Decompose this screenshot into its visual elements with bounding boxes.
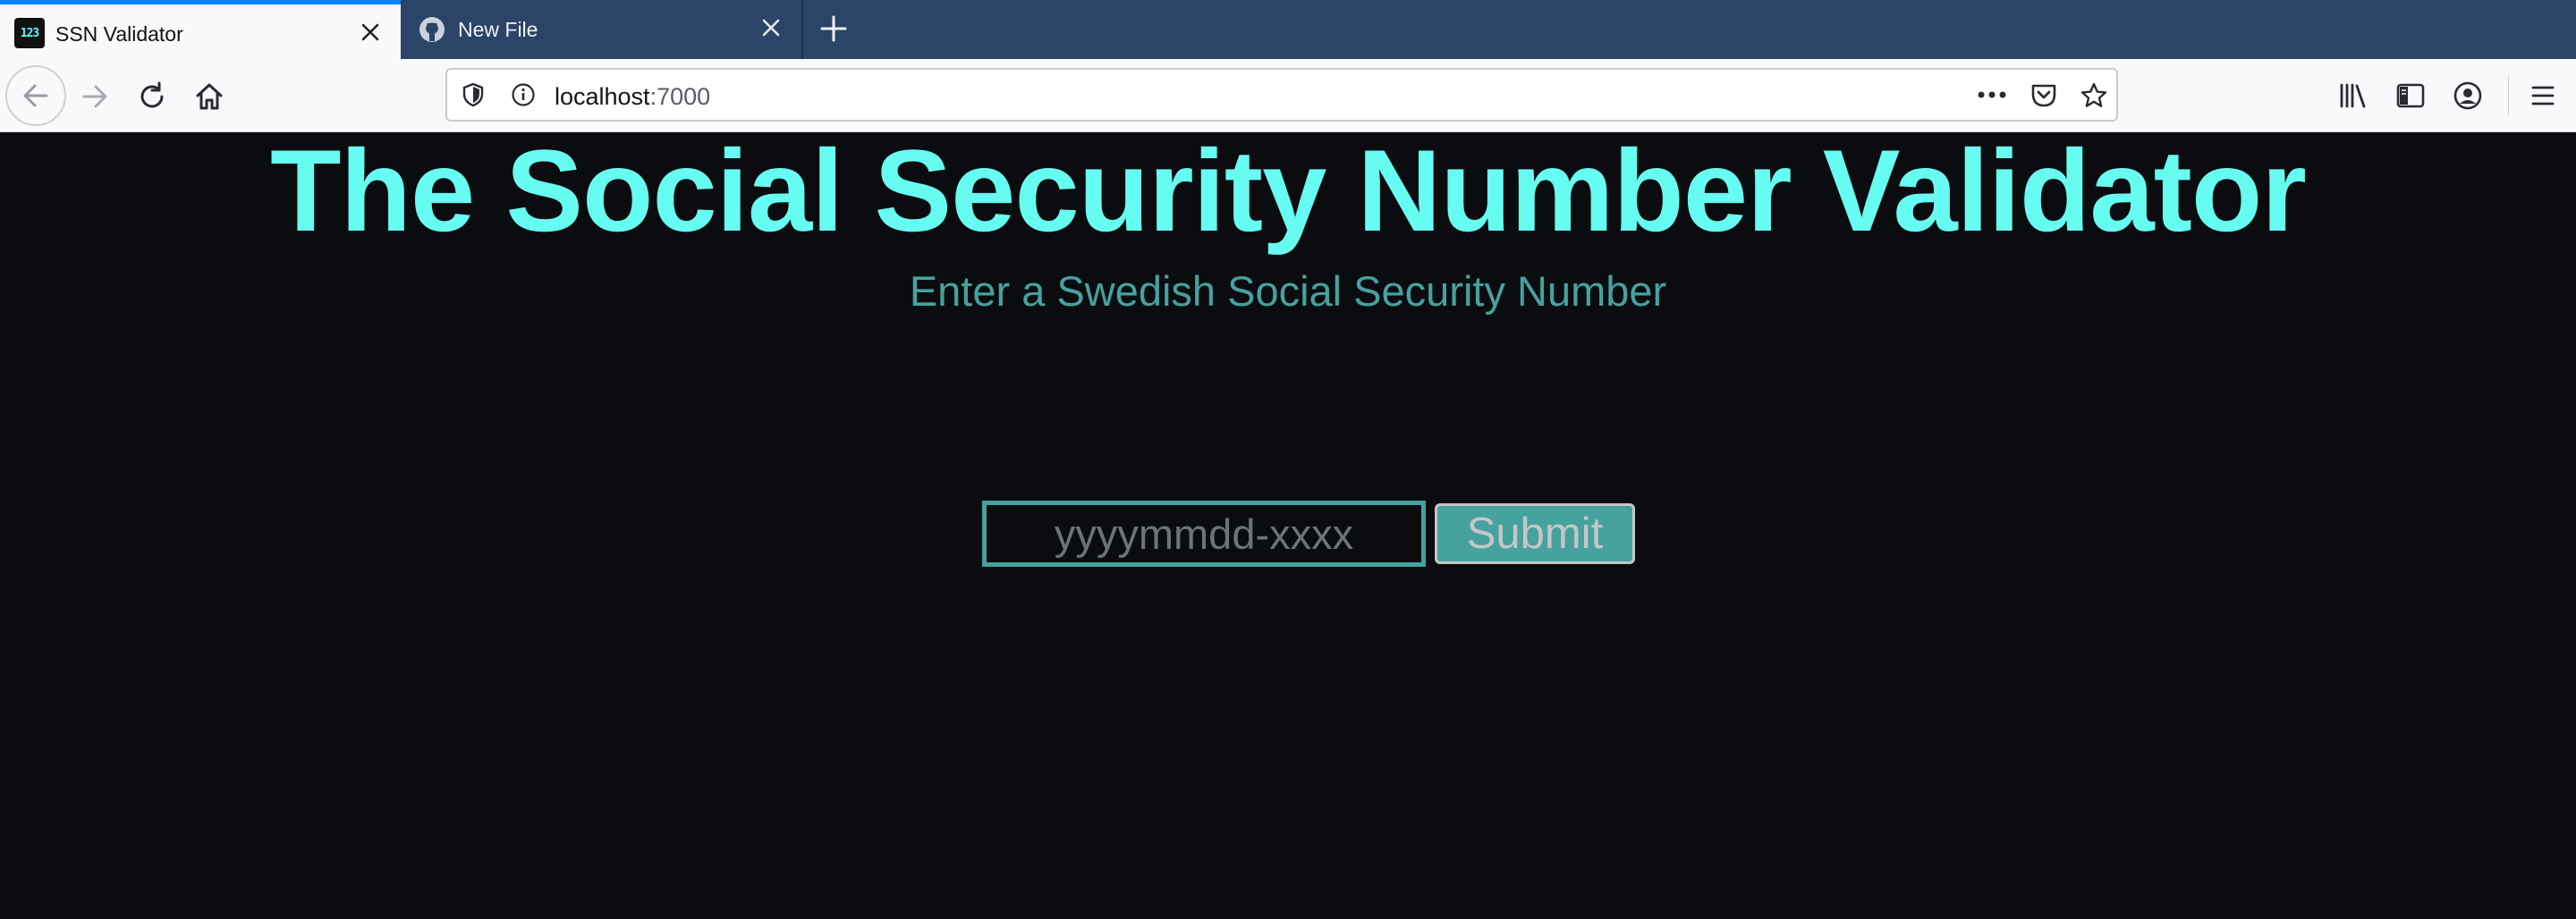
forward-button[interactable] — [75, 77, 114, 116]
url-host: localhost — [555, 83, 650, 110]
tab-title: New File — [458, 18, 538, 41]
back-button[interactable] — [5, 65, 66, 126]
account-button[interactable] — [2449, 77, 2487, 114]
new-tab-plus-icon[interactable] — [816, 11, 852, 46]
url-port: :7000 — [649, 83, 711, 110]
close-tab-icon[interactable] — [757, 13, 785, 42]
reload-icon — [140, 81, 164, 108]
ssn-input[interactable] — [982, 501, 1426, 567]
toolbar-divider — [2508, 75, 2509, 116]
github-icon — [417, 14, 447, 45]
tab-new-file[interactable]: New File — [401, 0, 803, 59]
url-text[interactable]: localhost:7000 — [555, 83, 710, 111]
home-button[interactable] — [190, 77, 229, 116]
page-subtitle: Enter a Swedish Social Security Number — [909, 267, 1667, 315]
pocket-icon[interactable] — [2029, 80, 2059, 111]
close-tab-icon[interactable] — [356, 18, 385, 46]
app-favicon-icon: 123 — [14, 18, 45, 48]
submit-button[interactable]: Submit — [1435, 503, 1635, 564]
page-actions-more-icon[interactable] — [1977, 81, 2007, 108]
navigation-toolbar: localhost:7000 — [0, 59, 2576, 132]
tab-strip: 123 SSN Validator New File — [0, 0, 2576, 59]
arrow-right-icon — [82, 85, 107, 108]
tracking-protection-shield-icon[interactable] — [460, 81, 487, 108]
tab-ssn-validator[interactable]: 123 SSN Validator — [0, 0, 401, 59]
page-title: The Social Security Number Validator — [270, 125, 2307, 256]
site-info-icon[interactable] — [510, 81, 537, 108]
tab-title: SSN Validator — [55, 22, 183, 46]
arrow-left-icon — [23, 84, 48, 107]
reload-button[interactable] — [132, 77, 172, 116]
library-icon — [2340, 83, 2366, 108]
hamburger-menu-icon — [2531, 86, 2555, 105]
library-button[interactable] — [2334, 77, 2372, 114]
address-bar[interactable]: localhost:7000 — [445, 68, 2118, 122]
sidebar-icon — [2396, 83, 2425, 108]
home-icon — [196, 83, 223, 110]
bookmark-star-icon[interactable] — [2079, 80, 2109, 111]
sidebar-button[interactable] — [2392, 77, 2429, 114]
account-icon — [2453, 81, 2482, 110]
menu-button[interactable] — [2524, 77, 2562, 114]
